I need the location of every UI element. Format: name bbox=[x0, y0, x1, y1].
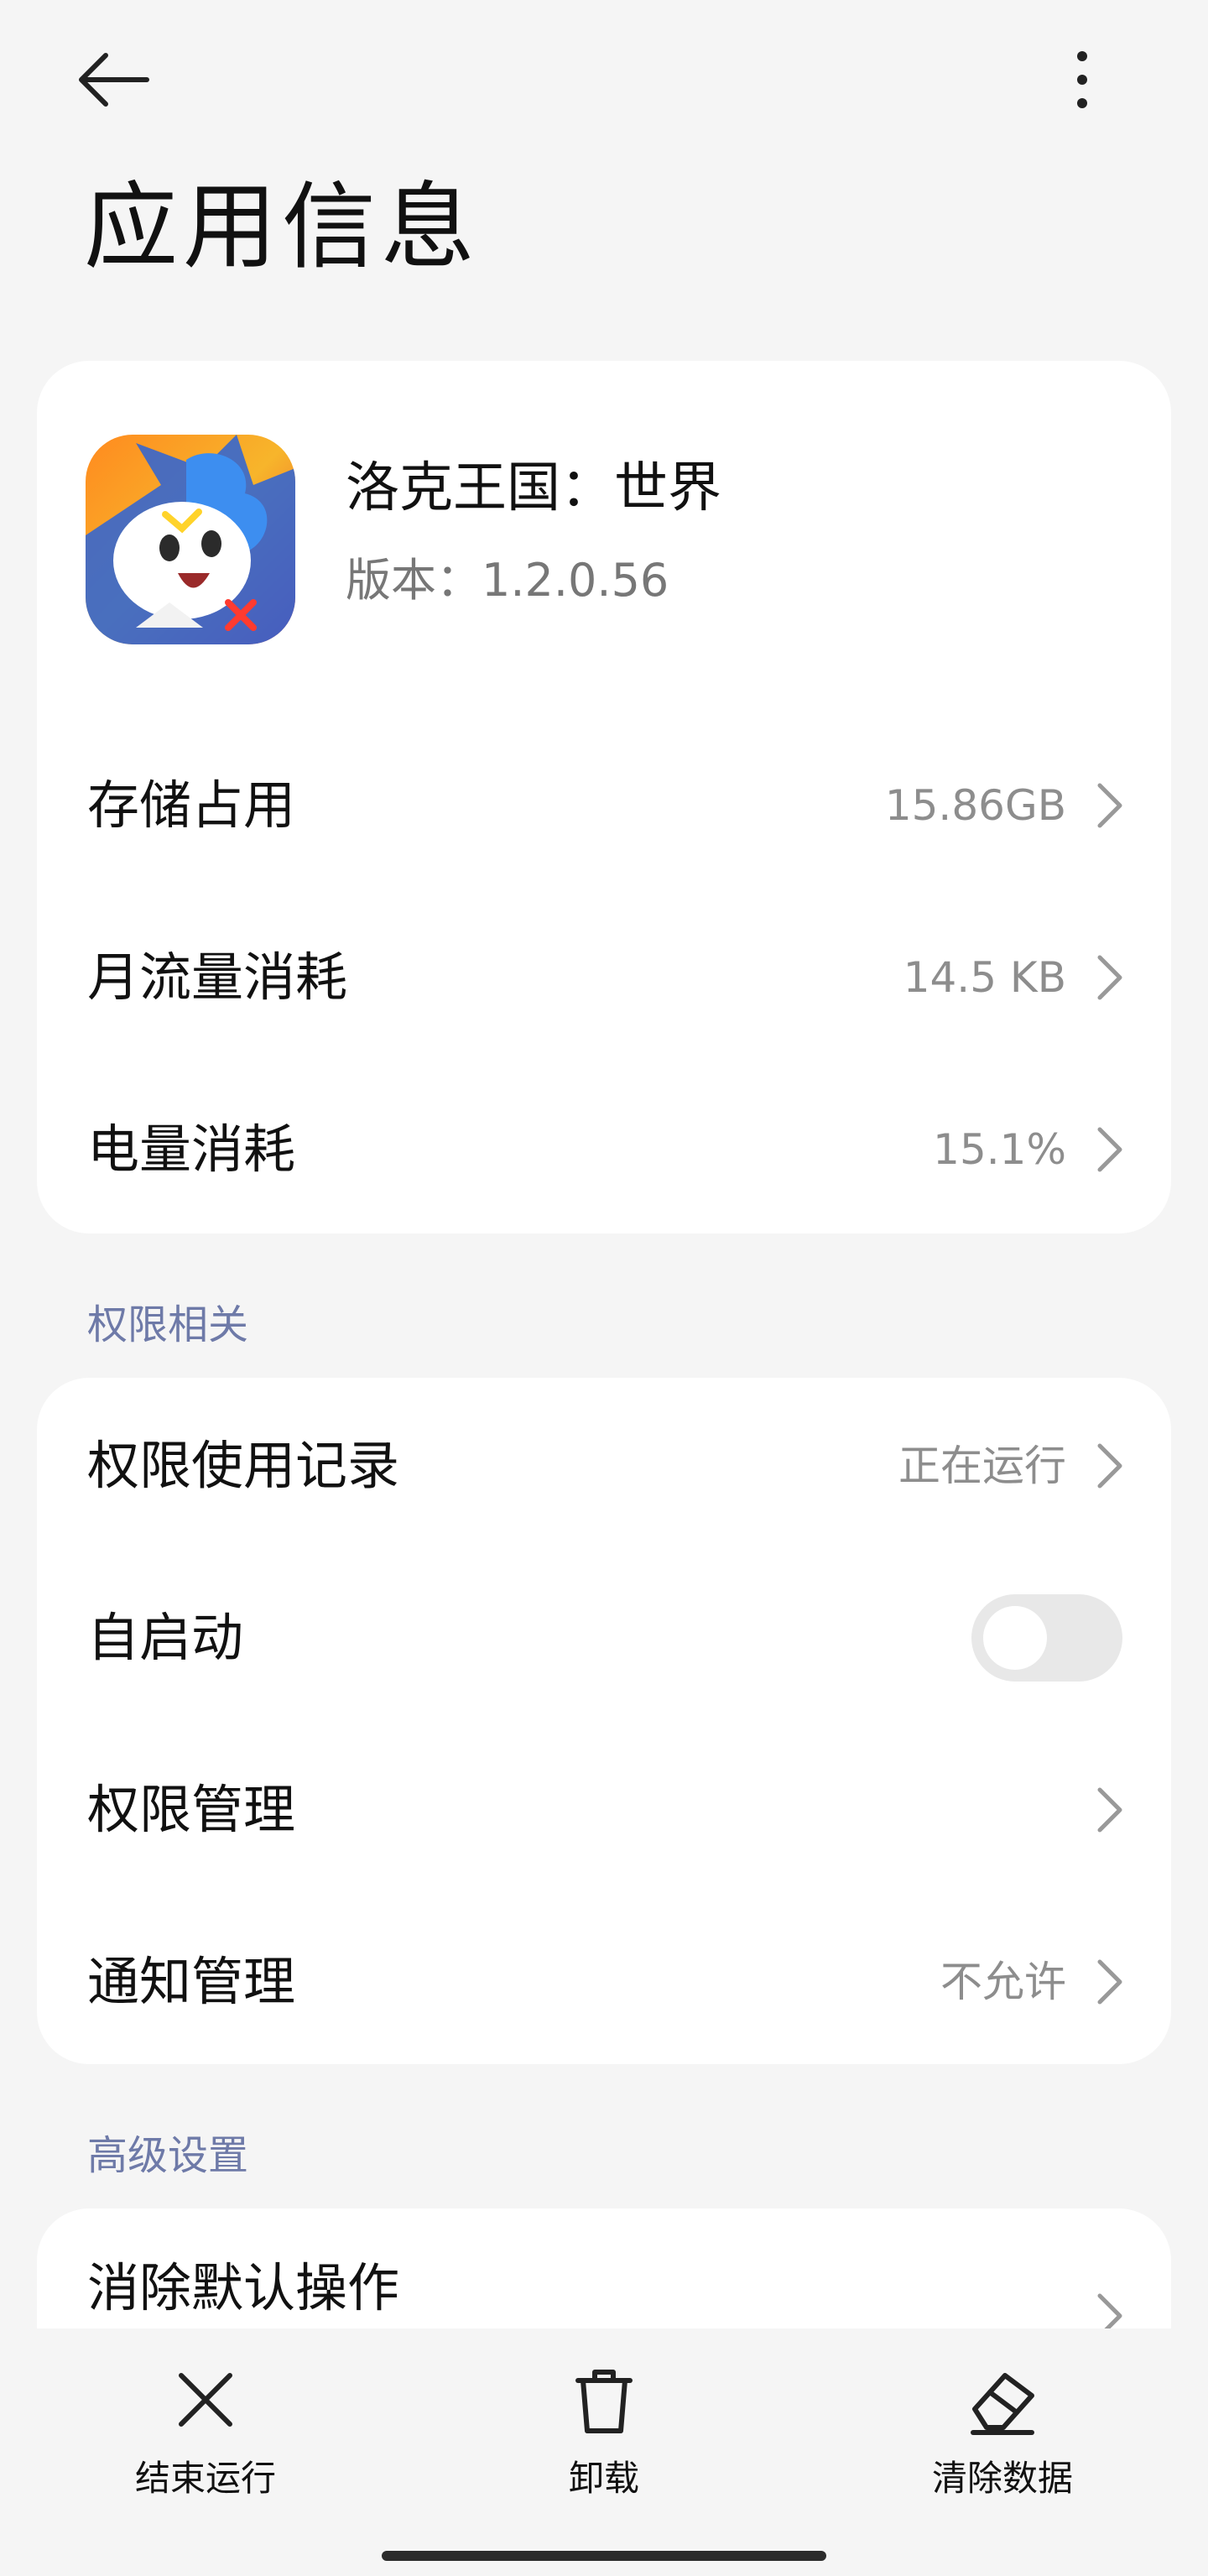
back-arrow-icon bbox=[79, 53, 149, 107]
clear-data-button[interactable]: 清除数据 bbox=[893, 2362, 1112, 2513]
storage-row[interactable]: 存储占用 15.86GB bbox=[37, 722, 1171, 889]
row-label: 月流量消耗 bbox=[87, 946, 348, 1008]
close-icon bbox=[179, 2373, 232, 2427]
eraser-icon bbox=[971, 2373, 1034, 2435]
chevron-right-icon bbox=[1097, 1127, 1122, 1172]
app-name: 洛克王国：世界 bbox=[346, 457, 721, 519]
auto-start-toggle[interactable] bbox=[971, 1594, 1122, 1682]
action-label: 卸载 bbox=[568, 2458, 639, 2499]
row-label: 存储占用 bbox=[87, 774, 296, 836]
section-title-permissions: 权限相关 bbox=[87, 1301, 249, 1348]
data-usage-row[interactable]: 月流量消耗 14.5 KB bbox=[37, 894, 1171, 1061]
row-label: 电量消耗 bbox=[87, 1119, 296, 1180]
permission-history-row[interactable]: 权限使用记录 正在运行 bbox=[37, 1382, 1171, 1550]
app-info-card: 洛克王国：世界 版本：1.2.0.56 存储占用 15.86GB 月流量消耗 1… bbox=[37, 361, 1171, 1233]
uninstall-button[interactable]: 卸载 bbox=[495, 2362, 713, 2513]
notification-management-row[interactable]: 通知管理 不允许 bbox=[37, 1898, 1171, 2066]
row-value: 15.86GB bbox=[884, 781, 1066, 830]
row-label: 自启动 bbox=[87, 1607, 244, 1668]
permissions-card: 权限使用记录 正在运行 自启动 权限管理 通知管理 不允许 bbox=[37, 1378, 1171, 2064]
back-button[interactable] bbox=[76, 42, 168, 117]
app-version: 版本：1.2.0.56 bbox=[346, 554, 669, 607]
row-label: 通知管理 bbox=[87, 1951, 296, 2012]
row-value: 14.5 KB bbox=[903, 953, 1066, 1002]
force-stop-button[interactable]: 结束运行 bbox=[96, 2362, 315, 2513]
battery-usage-row[interactable]: 电量消耗 15.1% bbox=[37, 1066, 1171, 1233]
row-label: 权限使用记录 bbox=[87, 1435, 400, 1496]
auto-start-row: 自启动 bbox=[37, 1554, 1171, 1722]
chevron-right-icon bbox=[1097, 1443, 1122, 1489]
bottom-action-bar: 结束运行 卸载 清除数据 bbox=[0, 2328, 1208, 2576]
row-label: 权限管理 bbox=[87, 1779, 296, 1840]
action-label: 清除数据 bbox=[931, 2458, 1073, 2499]
home-indicator[interactable] bbox=[382, 2551, 826, 2561]
action-label: 结束运行 bbox=[134, 2458, 276, 2499]
section-title-advanced: 高级设置 bbox=[87, 2132, 249, 2179]
chevron-right-icon bbox=[1097, 783, 1122, 828]
row-value: 正在运行 bbox=[898, 1442, 1066, 1490]
row-label: 消除默认操作 bbox=[87, 2257, 400, 2318]
toggle-knob bbox=[983, 1606, 1047, 1670]
chevron-right-icon bbox=[1097, 955, 1122, 1000]
more-options-button[interactable] bbox=[1049, 38, 1116, 122]
row-value: 15.1% bbox=[933, 1125, 1066, 1174]
trash-icon bbox=[575, 2370, 633, 2433]
page-title: 应用信息 bbox=[84, 173, 480, 282]
top-bar bbox=[0, 0, 1208, 159]
row-value: 不允许 bbox=[940, 1958, 1066, 2006]
chevron-right-icon bbox=[1097, 1959, 1122, 2005]
permission-management-row[interactable]: 权限管理 bbox=[37, 1726, 1171, 1894]
chevron-right-icon bbox=[1097, 1787, 1122, 1833]
more-vertical-icon bbox=[1077, 51, 1087, 108]
app-icon bbox=[86, 435, 295, 644]
